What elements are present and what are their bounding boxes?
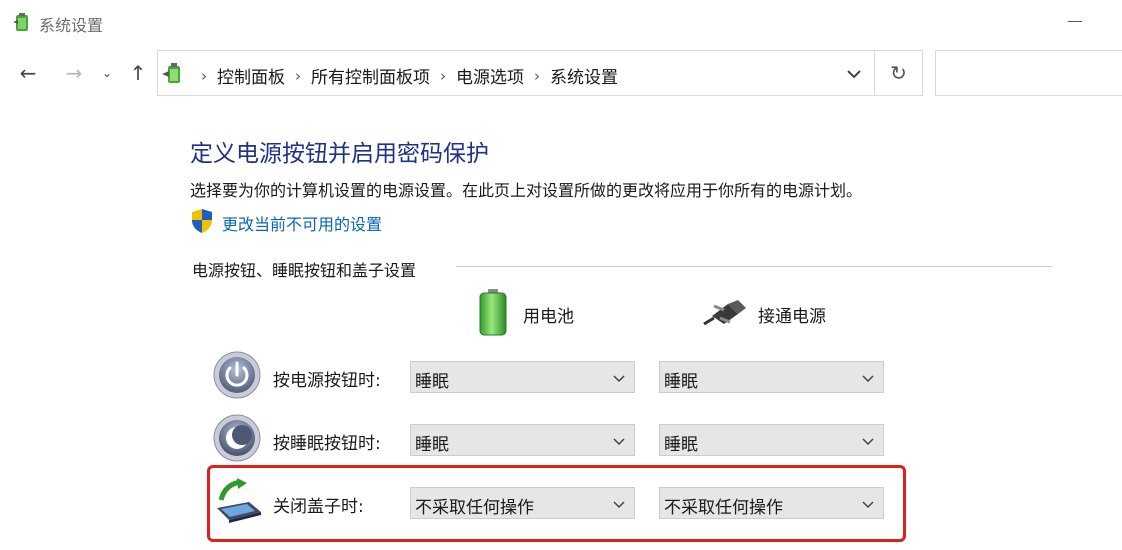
breadcrumb-item-control-panel[interactable]: 控制面板 [217,63,285,88]
breadcrumb-item-power-options[interactable]: 电源选项 [456,63,524,88]
lid-setting-highlight [207,465,906,542]
sleep-button-label: 按睡眠按钮时: [273,434,381,454]
chevron-down-icon[interactable] [844,64,864,84]
uac-shield-icon [192,209,212,233]
column-header-battery: 用电池 [523,307,574,327]
up-button[interactable]: ↑ [124,58,152,88]
sleep-button-plugged-select[interactable]: 睡眠 [659,424,884,456]
address-bar[interactable]: › 控制面板 › 所有控制面板项 › 电源选项 › 系统设置 [157,50,874,96]
select-value: 睡眠 [664,372,698,392]
breadcrumb-item-all-items[interactable]: 所有控制面板项 [311,63,430,88]
breadcrumb-separator: › [440,66,446,85]
control-panel-icon [162,63,180,83]
refresh-button[interactable]: ↻ [874,50,923,96]
window-title: 系统设置 [39,16,104,35]
select-value: 睡眠 [415,372,449,392]
sleep-button-icon [213,414,261,462]
chevron-down-icon [613,438,625,446]
chevron-down-icon [613,375,625,383]
page-description: 选择要为你的计算机设置的电源设置。在此页上对设置所做的更改将应用于你所有的电源计… [190,181,863,200]
breadcrumb-separator: › [201,66,207,85]
breadcrumb-separator: › [534,66,540,85]
section-divider [456,266,1052,267]
search-input[interactable] [935,50,1122,96]
power-options-icon [13,13,28,31]
sleep-button-battery-select[interactable]: 睡眠 [410,424,635,456]
chevron-down-icon [862,438,874,446]
power-plug-icon [703,300,746,326]
power-button-icon [213,351,261,399]
recent-locations-button[interactable]: ⌄ [96,58,118,88]
power-button-battery-select[interactable]: 睡眠 [410,361,635,393]
breadcrumb-separator: › [295,66,301,85]
power-button-plugged-select[interactable]: 睡眠 [659,361,884,393]
forward-button[interactable]: → [60,58,88,88]
column-header-plugged-in: 接通电源 [758,307,826,327]
breadcrumb-item-system-settings[interactable]: 系统设置 [550,63,618,88]
breadcrumb: › 控制面板 › 所有控制面板项 › 电源选项 › 系统设置 [191,63,618,89]
chevron-down-icon [862,375,874,383]
minimize-button[interactable] [1066,8,1084,34]
title-bar: 系统设置 [0,0,1122,44]
page-title: 定义电源按钮并启用密码保护 [190,141,489,167]
power-button-label: 按电源按钮时: [273,371,381,391]
select-value: 睡眠 [415,435,449,455]
select-value: 睡眠 [664,435,698,455]
section-label: 电源按钮、睡眠按钮和盖子设置 [192,261,417,280]
back-button[interactable]: ← [14,58,42,88]
battery-icon [479,289,507,336]
change-unavailable-settings-link[interactable]: 更改当前不可用的设置 [222,211,382,235]
